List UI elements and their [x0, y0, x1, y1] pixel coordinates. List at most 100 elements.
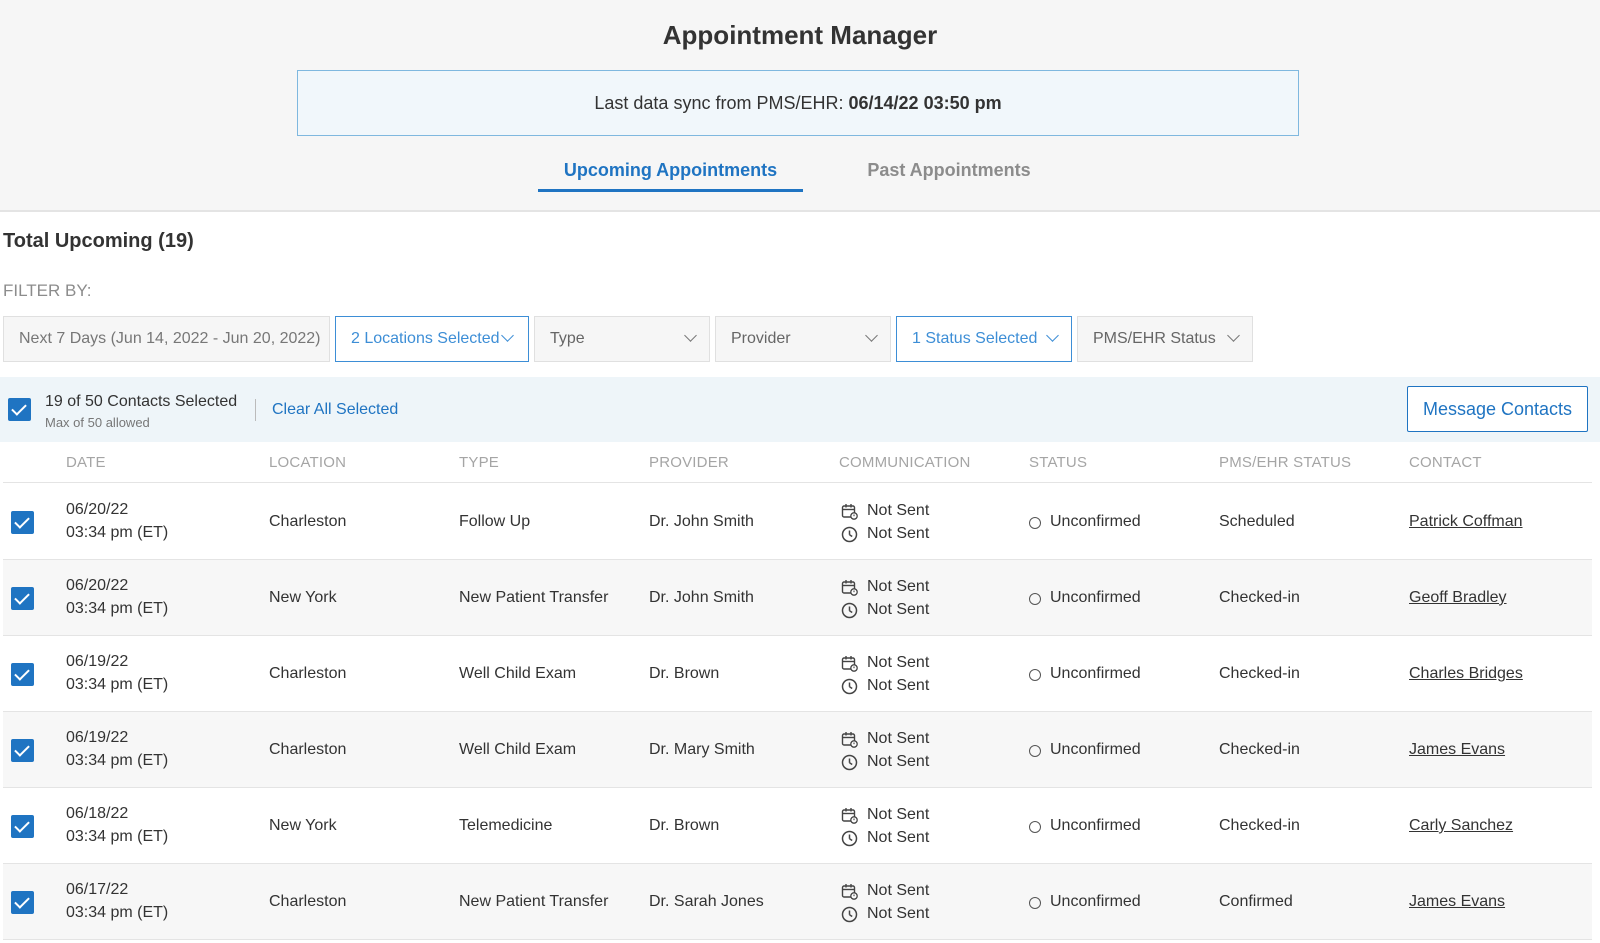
- column-header-provider[interactable]: PROVIDER: [649, 454, 729, 471]
- sync-label: Last data sync from PMS/EHR:: [594, 93, 844, 113]
- appointment-location: Charleston: [269, 665, 347, 682]
- reminder-status: Not Sent: [867, 882, 930, 899]
- reminder-communication: Not Sent: [841, 653, 951, 676]
- reminder-status: Not Sent: [867, 806, 930, 823]
- status-text: Unconfirmed: [1050, 817, 1141, 834]
- appointment-status: Unconfirmed: [1029, 513, 1141, 531]
- pms-status-filter[interactable]: PMS/EHR Status: [1077, 316, 1253, 362]
- appointment-provider: Dr. Brown: [649, 817, 720, 834]
- row-checkbox[interactable]: [11, 663, 34, 686]
- divider: [255, 399, 256, 421]
- pms-ehr-status: Checked-in: [1219, 589, 1300, 606]
- contact-link[interactable]: James Evans: [1409, 893, 1505, 911]
- contact-link[interactable]: Charles Bridges: [1409, 665, 1523, 683]
- selection-bar: 19 of 50 Contacts Selected Max of 50 all…: [0, 377, 1600, 442]
- column-header-status[interactable]: STATUS: [1029, 454, 1087, 471]
- table-row: 06/19/22 03:34 pm (ET) Charleston Well Chil…: [3, 636, 1592, 712]
- reminder-communication: Not Sent: [841, 729, 951, 752]
- column-header-date[interactable]: DATE: [66, 454, 106, 471]
- row-checkbox[interactable]: [11, 891, 34, 914]
- reminder-status: Not Sent: [867, 502, 930, 519]
- column-header-pms-ehr-status[interactable]: PMS/EHR STATUS: [1219, 454, 1351, 471]
- appointment-time: 03:34 pm (ET): [66, 600, 169, 617]
- row-checkbox[interactable]: [11, 587, 34, 610]
- status-text: Unconfirmed: [1050, 589, 1141, 606]
- chevron-down-icon: [684, 329, 697, 342]
- selected-count: 19 of 50 Contacts Selected: [45, 393, 238, 410]
- provider-filter[interactable]: Provider: [715, 316, 891, 362]
- appointment-location: New York: [269, 817, 337, 834]
- confirmation-status: Not Sent: [867, 677, 930, 694]
- chevron-down-icon: [501, 329, 514, 342]
- chevron-down-icon: [1227, 329, 1240, 342]
- status-filter[interactable]: 1 Status Selected: [896, 316, 1072, 362]
- column-header-contact[interactable]: CONTACT: [1409, 454, 1482, 471]
- communication-cell: Not Sent Not Sent: [841, 881, 951, 927]
- appointment-date: 06/20/22: [66, 501, 129, 518]
- column-header-communication[interactable]: COMMUNICATION: [839, 454, 970, 471]
- type-filter-label: Type: [550, 330, 585, 347]
- appointment-provider: Dr. Mary Smith: [649, 741, 755, 758]
- confirmation-status: Not Sent: [867, 753, 930, 770]
- page-title: Appointment Manager: [662, 20, 938, 50]
- table-row: 06/20/22 03:34 pm (ET) New York New Patient…: [3, 560, 1592, 636]
- confirmation-communication: Not Sent: [841, 676, 951, 699]
- appointment-date: 06/20/22: [66, 577, 129, 594]
- appointment-provider: Dr. Brown: [649, 665, 720, 682]
- appointment-provider: Dr. John Smith: [649, 589, 754, 606]
- contact-link[interactable]: Carly Sanchez: [1409, 817, 1513, 835]
- reminder-status: Not Sent: [867, 654, 930, 671]
- appointment-date: 06/17/22: [66, 881, 129, 898]
- circle-icon: [1029, 593, 1041, 605]
- appointment-type: Follow Up: [459, 513, 531, 530]
- tab-past-appointments[interactable]: Past Appointments: [838, 160, 1060, 192]
- confirmation-communication: Not Sent: [841, 904, 951, 927]
- date-range-filter-label: Next 7 Days (Jun 14, 2022 - Jun 20, 2022…: [19, 330, 321, 347]
- appointment-date: 06/19/22: [66, 653, 129, 670]
- confirmation-status: Not Sent: [867, 525, 930, 542]
- pms-ehr-status: Checked-in: [1219, 741, 1300, 758]
- total-upcoming-heading: Total Upcoming (19): [3, 230, 194, 252]
- circle-icon: [1029, 897, 1041, 909]
- locations-filter-label: 2 Locations Selected: [351, 330, 500, 347]
- column-header-location[interactable]: LOCATION: [269, 454, 346, 471]
- row-checkbox[interactable]: [11, 511, 34, 534]
- row-checkbox[interactable]: [11, 739, 34, 762]
- appointment-provider: Dr. Sarah Jones: [649, 893, 764, 910]
- appointment-location: Charleston: [269, 893, 347, 910]
- confirmation-communication: Not Sent: [841, 828, 951, 851]
- appointment-location: New York: [269, 589, 337, 606]
- reminder-communication: Not Sent: [841, 881, 951, 904]
- reminder-status: Not Sent: [867, 730, 930, 747]
- reminder-communication: Not Sent: [841, 805, 951, 828]
- contact-link[interactable]: Patrick Coffman: [1409, 513, 1523, 531]
- contact-link[interactable]: James Evans: [1409, 741, 1505, 759]
- appointment-type: Well Child Exam: [459, 665, 577, 682]
- status-filter-label: 1 Status Selected: [912, 330, 1038, 347]
- contact-link[interactable]: Geoff Bradley: [1409, 589, 1507, 607]
- column-header-type[interactable]: TYPE: [459, 454, 499, 471]
- row-checkbox[interactable]: [11, 815, 34, 838]
- communication-cell: Not Sent Not Sent: [841, 577, 951, 623]
- confirmation-status: Not Sent: [867, 829, 930, 846]
- appointment-date: 06/18/22: [66, 805, 129, 822]
- message-contacts-button[interactable]: Message Contacts: [1407, 386, 1588, 432]
- select-all-checkbox[interactable]: [8, 398, 31, 421]
- clear-all-selected-link[interactable]: Clear All Selected: [272, 401, 398, 419]
- appointment-type: Telemedicine: [459, 817, 553, 834]
- tab-upcoming-appointments[interactable]: Upcoming Appointments: [538, 160, 803, 192]
- pms-ehr-status: Scheduled: [1219, 513, 1295, 530]
- type-filter[interactable]: Type: [534, 316, 710, 362]
- date-range-filter[interactable]: Next 7 Days (Jun 14, 2022 - Jun 20, 2022…: [3, 316, 330, 362]
- appointment-time: 03:34 pm (ET): [66, 524, 169, 541]
- sync-banner: Last data sync from PMS/EHR: 06/14/22 03…: [297, 70, 1299, 136]
- reminder-communication: Not Sent: [841, 577, 951, 600]
- appointment-status: Unconfirmed: [1029, 893, 1141, 911]
- appointment-type: New Patient Transfer: [459, 893, 609, 910]
- communication-cell: Not Sent Not Sent: [841, 501, 951, 547]
- reminder-status: Not Sent: [867, 578, 930, 595]
- locations-filter[interactable]: 2 Locations Selected: [335, 316, 529, 362]
- appointment-time: 03:34 pm (ET): [66, 752, 169, 769]
- pms-ehr-status: Confirmed: [1219, 893, 1293, 910]
- status-text: Unconfirmed: [1050, 741, 1141, 758]
